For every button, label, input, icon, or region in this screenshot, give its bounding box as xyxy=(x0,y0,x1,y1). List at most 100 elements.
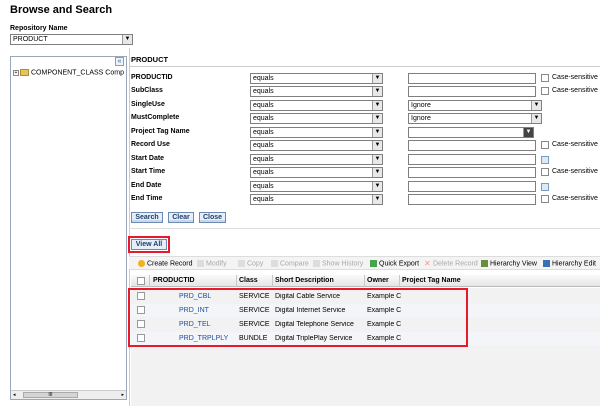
column-header-short-description[interactable]: Short Description xyxy=(275,277,334,284)
chevron-down-icon: ▼ xyxy=(372,168,382,177)
operator-select[interactable]: equals ▼ xyxy=(250,86,383,97)
tree-horizontal-scrollbar[interactable]: ◂ III ▸ xyxy=(11,390,126,399)
chevron-down-icon: ▼ xyxy=(372,141,382,150)
operator-value: equals xyxy=(253,169,274,176)
column-header-project-tag-name[interactable]: Project Tag Name xyxy=(402,277,461,284)
grid-toolbar: Create Record Modify Copy Compare Show H… xyxy=(129,256,600,270)
highlight-box-view-all xyxy=(128,236,170,253)
operator-select[interactable]: equals ▼ xyxy=(250,181,383,192)
column-header-productid[interactable]: PRODUCTID xyxy=(153,277,195,284)
grid-header: PRODUCTID Class Short Description Owner … xyxy=(131,275,600,287)
show-history-button[interactable]: Show History xyxy=(313,260,363,267)
case-sensitive-checkbox[interactable] xyxy=(541,87,549,95)
collapse-icon[interactable]: « xyxy=(115,57,124,66)
operator-select[interactable]: equals ▼ xyxy=(250,154,383,165)
value-input[interactable] xyxy=(408,140,536,151)
chevron-down-icon: ▼ xyxy=(531,114,541,123)
close-button[interactable]: Close xyxy=(199,212,226,223)
repository-select[interactable]: PRODUCT ▼ xyxy=(10,34,133,45)
value-input[interactable] xyxy=(408,194,536,205)
column-header-class[interactable]: Class xyxy=(239,277,258,284)
operator-value: equals xyxy=(253,102,274,109)
divider xyxy=(129,228,600,229)
expand-icon[interactable]: + xyxy=(13,69,19,76)
repository-value: PRODUCT xyxy=(13,36,48,43)
case-sensitive-checkbox[interactable] xyxy=(541,168,549,176)
repository-label: Repository Name xyxy=(10,25,68,32)
column-separator xyxy=(149,275,150,287)
criteria-label: Start Time xyxy=(131,168,166,175)
operator-select[interactable]: equals ▼ xyxy=(250,73,383,84)
select-all-checkbox[interactable] xyxy=(137,277,145,285)
value-input[interactable] xyxy=(408,86,536,97)
tree-item-component-class[interactable]: + COMPONENT_CLASS Comp xyxy=(13,69,124,76)
create-record-label: Create Record xyxy=(147,260,193,268)
quick-export-button[interactable]: Quick Export xyxy=(370,260,419,267)
modify-button[interactable]: Modify xyxy=(197,260,227,267)
criteria-label: End Date xyxy=(131,182,162,189)
delete-icon: ✕ xyxy=(424,259,431,268)
export-icon xyxy=(370,260,377,267)
value-input[interactable] xyxy=(408,73,536,84)
compare-label: Compare xyxy=(280,260,309,268)
column-separator xyxy=(399,275,400,287)
chevron-down-icon: ▼ xyxy=(372,87,382,96)
delete-record-button[interactable]: ✕ Delete Record xyxy=(424,259,478,268)
value-input[interactable] xyxy=(408,167,536,178)
hierarchy-edit-label: Hierarchy Edit xyxy=(552,260,596,268)
operator-value: equals xyxy=(253,183,274,190)
copy-label: Copy xyxy=(247,260,264,268)
clear-button[interactable]: Clear xyxy=(168,212,194,223)
chevron-down-icon: ▼ xyxy=(372,128,382,137)
criteria-label: SingleUse xyxy=(131,101,165,108)
folder-icon xyxy=(20,69,29,76)
quick-export-label: Quick Export xyxy=(379,260,420,268)
operator-select[interactable]: equals ▼ xyxy=(250,140,383,151)
case-sensitive-label: Case-sensitive xyxy=(552,168,598,175)
operator-value: equals xyxy=(253,196,274,203)
criteria-label: MustComplete xyxy=(131,114,180,121)
value-input[interactable] xyxy=(408,181,536,192)
value-select[interactable]: Ignore ▼ xyxy=(408,100,542,111)
compare-button[interactable]: Compare xyxy=(271,260,309,267)
search-button[interactable]: Search xyxy=(131,212,163,223)
value-text: Ignore xyxy=(411,102,431,109)
operator-select[interactable]: equals ▼ xyxy=(250,100,383,111)
chevron-down-icon: ▼ xyxy=(372,114,382,123)
create-record-button[interactable]: Create Record xyxy=(138,260,193,267)
column-header-owner[interactable]: Owner xyxy=(367,277,389,284)
scroll-right-icon[interactable]: ▸ xyxy=(121,392,124,398)
operator-select[interactable]: equals ▼ xyxy=(250,127,383,138)
case-sensitive-checkbox[interactable] xyxy=(541,74,549,82)
operator-select[interactable]: equals ▼ xyxy=(250,113,383,124)
pencil-icon xyxy=(197,260,204,267)
chevron-down-icon: ▼ xyxy=(122,35,132,44)
calendar-icon[interactable] xyxy=(541,156,549,164)
criteria-label: SubClass xyxy=(131,87,163,94)
operator-select[interactable]: equals ▼ xyxy=(250,194,383,205)
calendar-icon[interactable] xyxy=(541,183,549,191)
case-sensitive-checkbox[interactable] xyxy=(541,195,549,203)
history-icon xyxy=(313,260,320,267)
value-input[interactable] xyxy=(408,154,536,165)
operator-value: equals xyxy=(253,142,274,149)
criteria-label: Record Use xyxy=(131,141,170,148)
hierarchy-icon xyxy=(481,260,488,267)
scroll-thumb[interactable]: III xyxy=(23,392,78,398)
modify-label: Modify xyxy=(206,260,227,268)
operator-select[interactable]: equals ▼ xyxy=(250,167,383,178)
hierarchy-view-button[interactable]: Hierarchy View xyxy=(481,260,537,267)
case-sensitive-checkbox[interactable] xyxy=(541,141,549,149)
criteria-label: Start Date xyxy=(131,155,165,162)
copy-button[interactable]: Copy xyxy=(238,260,263,267)
tree-panel-header: « xyxy=(11,57,126,67)
value-select[interactable]: Ignore ▼ xyxy=(408,113,542,124)
criteria-label: End Time xyxy=(131,195,163,202)
column-separator xyxy=(236,275,237,287)
hierarchy-edit-button[interactable]: Hierarchy Edit xyxy=(543,260,596,267)
chevron-down-icon: ▼ xyxy=(372,101,382,110)
operator-value: equals xyxy=(253,75,274,82)
value-select[interactable]: ▼ xyxy=(408,127,534,138)
scroll-left-icon[interactable]: ◂ xyxy=(13,392,16,398)
operator-value: equals xyxy=(253,129,274,136)
